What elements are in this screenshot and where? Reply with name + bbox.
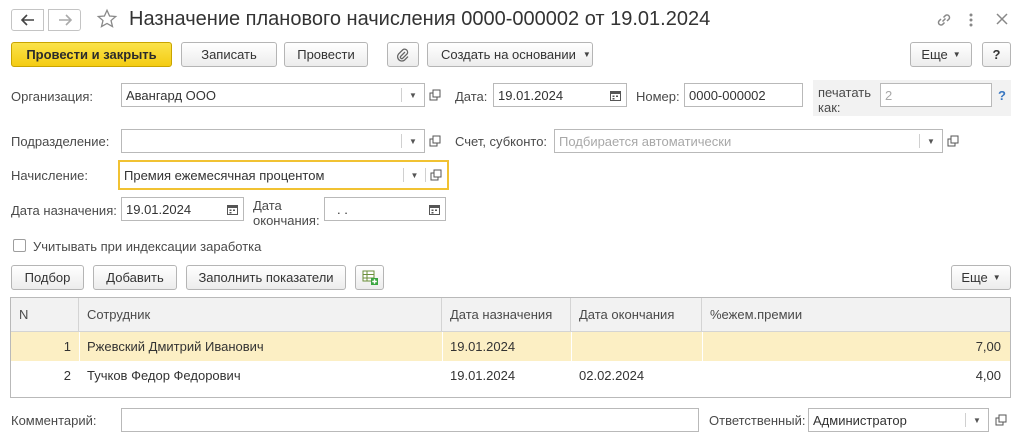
column-header-percent[interactable]: %ежем.премии [702, 298, 1010, 332]
organization-value: Авангард ООО [126, 87, 216, 103]
calendar-icon[interactable] [423, 198, 445, 220]
assign-date-field[interactable]: 19.01.2024 [121, 197, 244, 221]
accrual-dropdown-icon[interactable]: ▼ [404, 162, 425, 188]
number-field[interactable]: 0000-000002 [684, 83, 803, 107]
fill-indicators-button[interactable]: Заполнить показатели [186, 265, 346, 290]
open-window-icon [947, 135, 959, 147]
account-field[interactable]: Подбирается автоматически ▼ [554, 129, 943, 153]
print-as-placeholder: 2 [885, 87, 893, 103]
chevron-down-icon: ▼ [992, 273, 1001, 282]
accrual-open-button[interactable] [426, 169, 447, 181]
date-value: 19.01.2024 [498, 87, 564, 103]
department-field[interactable]: ▼ [121, 129, 425, 153]
table-header: N Сотрудник Дата назначения Дата окончан… [11, 298, 1010, 332]
column-header-employee[interactable]: Сотрудник [79, 298, 442, 332]
save-button[interactable]: Записать [181, 42, 277, 67]
organization-field[interactable]: Авангард ООО ▼ [121, 83, 425, 107]
indexation-checkbox[interactable] [13, 239, 26, 252]
row-percent: 4,00 [975, 368, 1001, 383]
end-date-field[interactable]: . . [324, 197, 446, 221]
organization-label: Организация: [11, 89, 94, 104]
department-dropdown-icon[interactable]: ▼ [402, 130, 424, 152]
more-button[interactable]: Еще ▼ [910, 42, 972, 67]
window-title: Назначение планового начисления 0000-000… [129, 8, 711, 30]
post-and-close-button[interactable]: Провести и закрыть [11, 42, 172, 67]
more-label: Еще [921, 47, 948, 62]
row-end-date: 02.02.2024 [579, 368, 645, 383]
date-label: Дата: [455, 89, 488, 104]
column-header-n[interactable]: N [11, 298, 79, 332]
table-row[interactable]: 2 Тучков Федор Федорович 19.01.2024 02.0… [11, 361, 1010, 390]
column-header-end-date[interactable]: Дата окончания [571, 298, 702, 332]
row-number: 1 [63, 339, 71, 354]
print-as-help-link[interactable]: ? [998, 88, 1006, 103]
calendar-icon[interactable] [604, 84, 626, 106]
assign-date-label: Дата назначения: [11, 203, 117, 218]
row-start-date: 19.01.2024 [450, 368, 516, 383]
responsible-value: Администратор [813, 412, 907, 428]
table-add-icon [362, 270, 378, 285]
arrow-left-icon [20, 14, 34, 26]
add-button[interactable]: Добавить [93, 265, 177, 290]
open-window-icon [430, 169, 442, 181]
department-label: Подразделение: [11, 134, 110, 149]
accrual-label: Начисление: [11, 168, 88, 183]
row-number: 2 [63, 368, 71, 383]
table-more-button[interactable]: Еще ▼ [951, 265, 1011, 290]
print-as-field[interactable]: 2 [880, 83, 992, 107]
indexation-label[interactable]: Учитывать при индексации заработка [33, 239, 261, 254]
open-window-icon [429, 135, 441, 147]
column-header-start-date[interactable]: Дата назначения [442, 298, 571, 332]
favorite-star-icon[interactable] [96, 8, 118, 33]
table-row[interactable]: 1 Ржевский Дмитрий Иванович 19.01.2024 7… [11, 332, 1010, 361]
accrual-field[interactable]: Премия ежемесячная процентом ▼ [118, 160, 449, 190]
account-placeholder: Подбирается автоматически [559, 133, 732, 149]
department-open-button[interactable] [426, 132, 444, 150]
create-based-on-label: Создать на основании [441, 47, 576, 62]
responsible-open-button[interactable] [992, 411, 1010, 429]
responsible-field[interactable]: Администратор ▼ [808, 408, 989, 432]
create-based-on-button[interactable]: Создать на основании ▼ [427, 42, 593, 67]
row-employee: Ржевский Дмитрий Иванович [87, 339, 264, 354]
forward-button[interactable] [48, 9, 81, 31]
end-date-label: Дата окончания: [253, 198, 320, 228]
open-window-icon [429, 89, 441, 101]
table-more-label: Еще [961, 270, 988, 285]
accrual-value: Премия ежемесячная процентом [124, 167, 325, 183]
post-button[interactable]: Провести [284, 42, 368, 67]
attach-button[interactable] [387, 42, 419, 67]
responsible-label: Ответственный: [709, 413, 806, 428]
account-label: Счет, субконто: [455, 134, 548, 149]
table-settings-button[interactable] [355, 265, 384, 290]
row-start-date: 19.01.2024 [450, 339, 516, 354]
comment-field[interactable] [121, 408, 699, 432]
end-date-value: . . [337, 201, 348, 217]
responsible-dropdown-icon[interactable]: ▼ [966, 409, 988, 431]
number-label: Номер: [636, 89, 680, 104]
calendar-icon[interactable] [221, 198, 243, 220]
organization-dropdown-icon[interactable]: ▼ [402, 84, 424, 106]
more-vertical-icon[interactable] [968, 12, 974, 31]
back-button[interactable] [11, 9, 44, 31]
number-value: 0000-000002 [689, 87, 766, 103]
assign-date-value: 19.01.2024 [126, 201, 192, 217]
comment-label: Комментарий: [11, 413, 97, 428]
date-field[interactable]: 19.01.2024 [493, 83, 627, 107]
row-employee: Тучков Федор Федорович [87, 368, 241, 383]
account-dropdown-icon[interactable]: ▼ [920, 130, 942, 152]
help-button[interactable]: ? [982, 42, 1011, 67]
chevron-down-icon: ▼ [582, 50, 591, 59]
organization-open-button[interactable] [426, 86, 444, 104]
pick-button[interactable]: Подбор [11, 265, 84, 290]
open-window-icon [995, 414, 1007, 426]
arrow-right-icon [58, 14, 72, 26]
close-icon[interactable] [996, 13, 1008, 28]
account-open-button[interactable] [944, 132, 962, 150]
print-as-label: печатать как: [818, 85, 872, 115]
row-percent: 7,00 [975, 339, 1001, 354]
link-icon[interactable] [935, 11, 953, 32]
paperclip-icon [396, 48, 409, 62]
employees-table[interactable]: N Сотрудник Дата назначения Дата окончан… [10, 297, 1011, 398]
chevron-down-icon: ▼ [952, 50, 961, 59]
